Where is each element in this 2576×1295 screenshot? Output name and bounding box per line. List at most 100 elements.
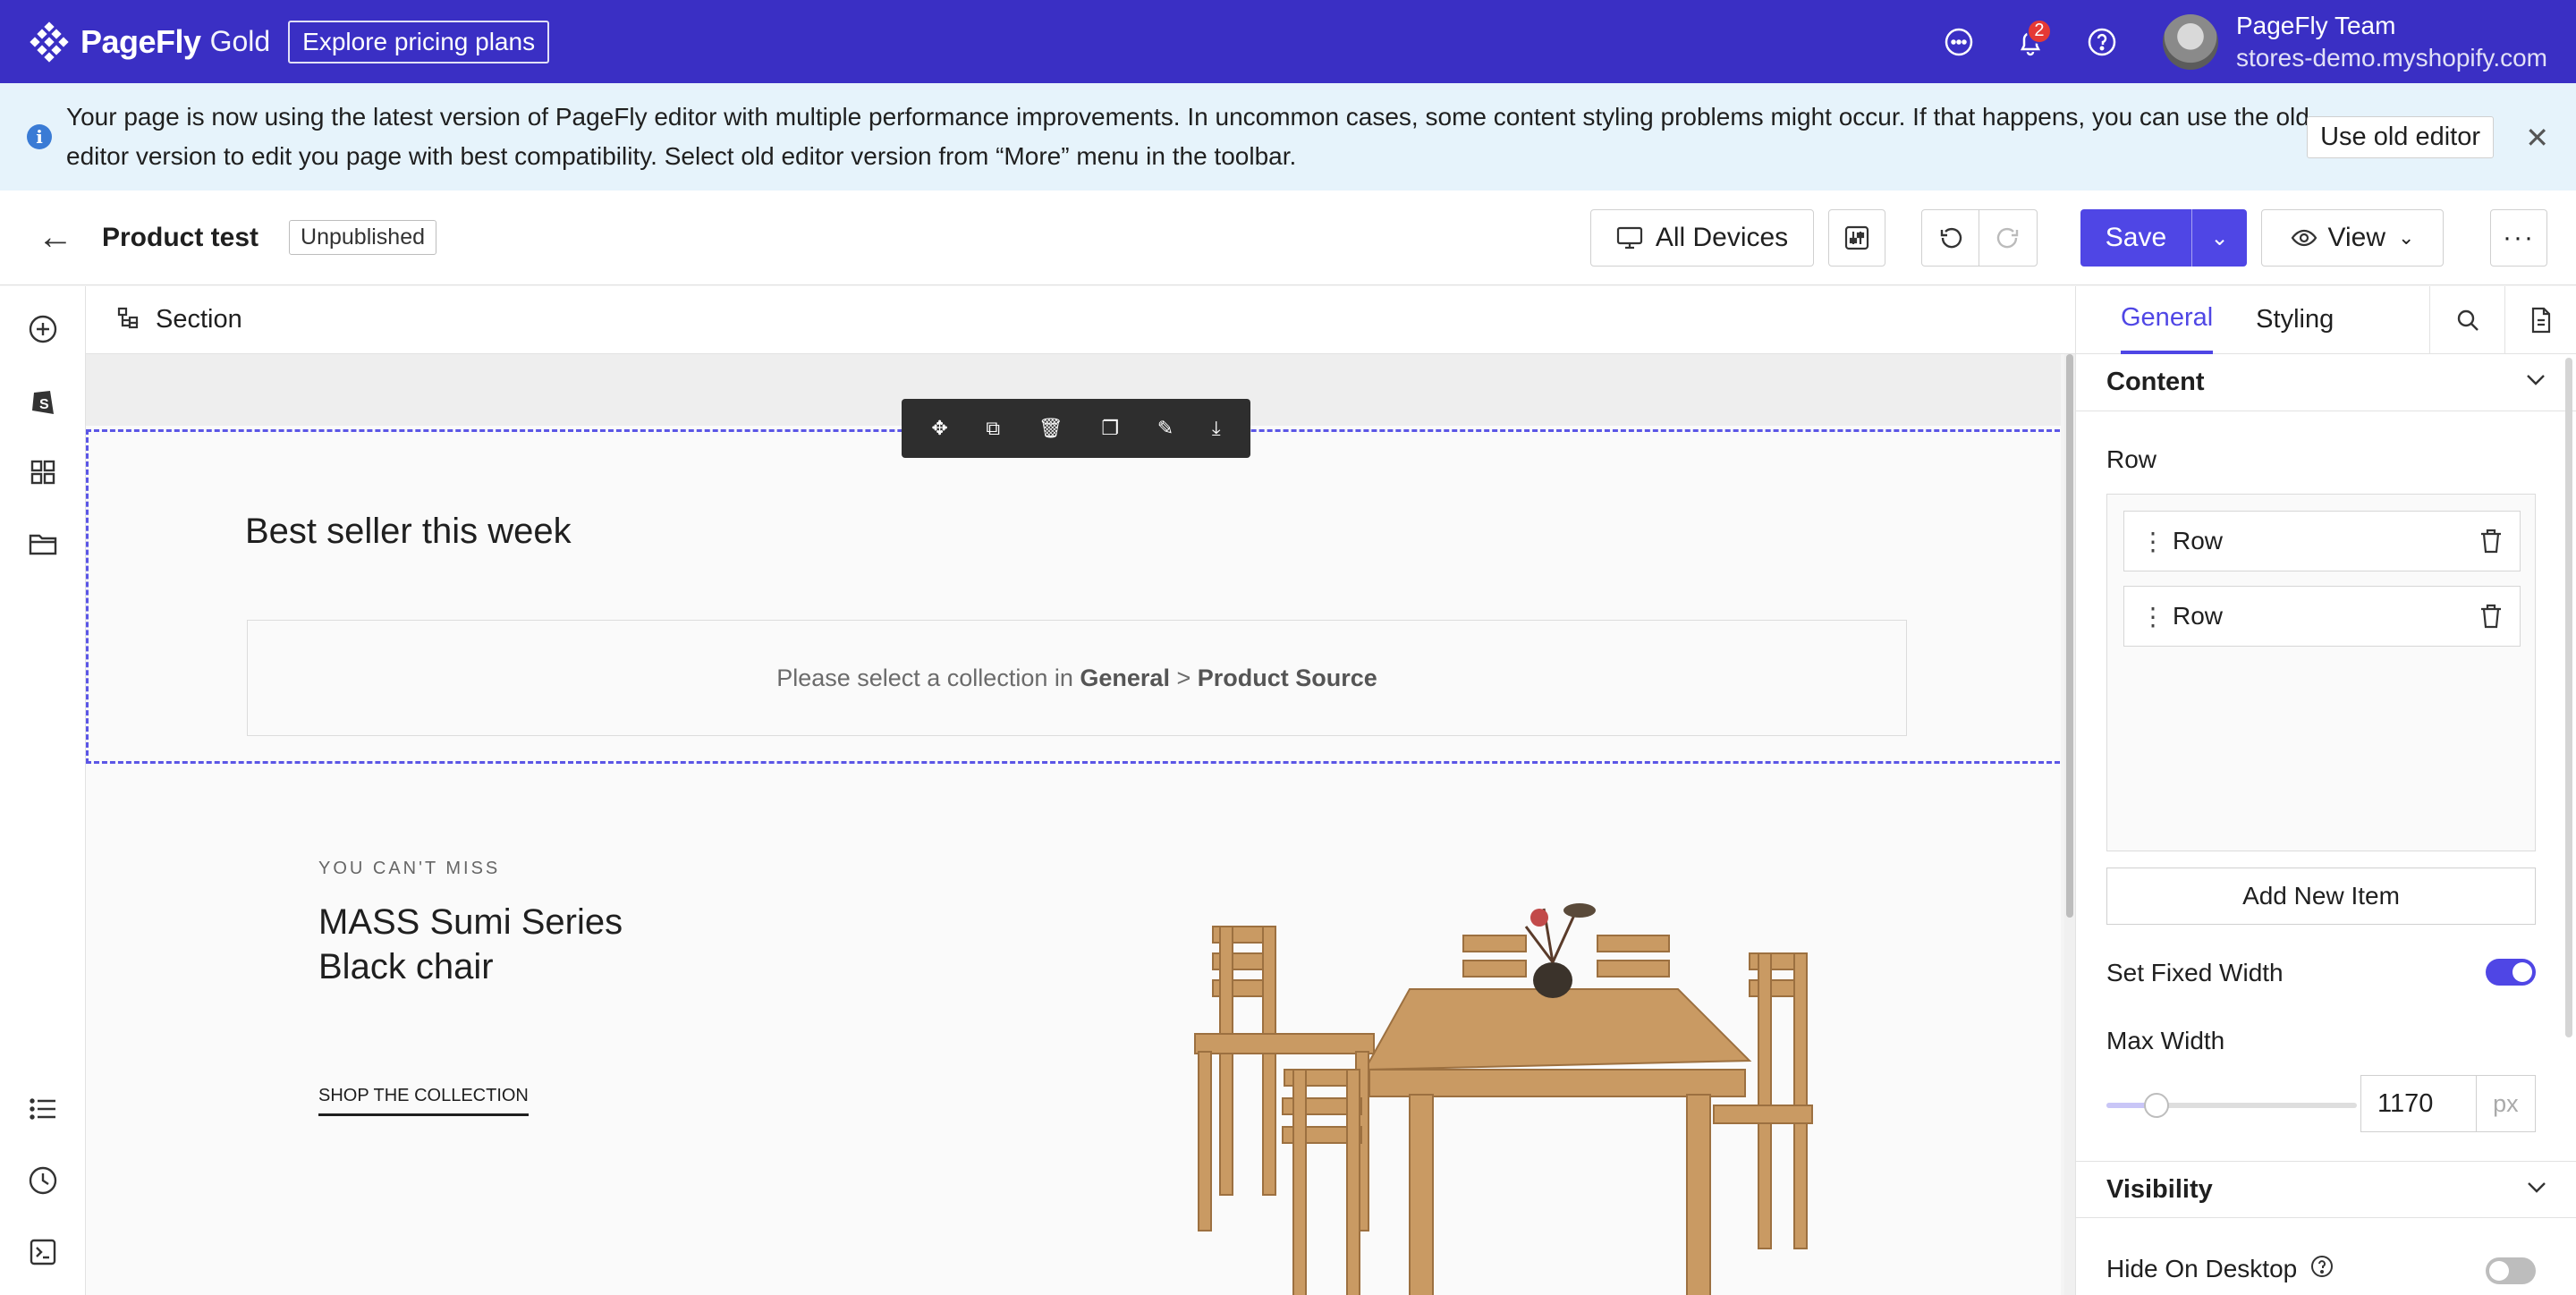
search-icon[interactable]	[2429, 286, 2504, 354]
top-bar: PageFly Gold Explore pricing plans 2 Pag…	[0, 0, 2576, 83]
list-item[interactable]: ⋮ Row	[2123, 511, 2521, 571]
add-element-icon[interactable]	[25, 311, 61, 347]
shopify-icon[interactable]: S	[25, 383, 61, 419]
pagefly-logo-icon	[29, 21, 70, 63]
layout-settings-button[interactable]	[1828, 209, 1885, 267]
user-name: PageFly Team	[2235, 11, 2396, 39]
sections-grid-icon[interactable]	[25, 454, 61, 490]
max-width-slider[interactable]	[2106, 1093, 2357, 1118]
chevron-down-icon	[2527, 1181, 2546, 1198]
pagefly-logo[interactable]: PageFly Gold	[29, 21, 270, 63]
content-section-header[interactable]: Content	[2076, 354, 2576, 411]
hero-title-line2: Black chair	[318, 947, 494, 986]
hide-desktop-label: Hide On Desktop	[2106, 1254, 2298, 1282]
status-badge: Unpublished	[289, 220, 437, 255]
save-button[interactable]: Save	[2080, 209, 2191, 267]
save-options-chevron-icon[interactable]: ⌄	[2191, 209, 2247, 267]
trash-icon[interactable]	[2479, 528, 2504, 561]
redo-button[interactable]	[1979, 210, 2037, 266]
max-width-input[interactable]: 1170 px	[2360, 1075, 2536, 1132]
info-icon: i	[27, 124, 52, 149]
download-icon[interactable]: ⤓	[1212, 417, 1221, 440]
back-arrow-icon[interactable]: ←	[38, 217, 73, 258]
history-clock-icon[interactable]	[25, 1163, 61, 1198]
tab-styling[interactable]: Styling	[2256, 286, 2334, 354]
properties-panel: General Styling Content Row ⋮ Row ⋮ Row	[2075, 286, 2576, 1295]
editor-notice-banner: i Your page is now using the latest vers…	[0, 83, 2576, 190]
chevron-down-icon: ⌄	[2398, 226, 2415, 249]
chat-icon[interactable]	[1934, 17, 1984, 67]
max-width-value[interactable]: 1170	[2361, 1076, 2477, 1131]
page-document-icon[interactable]	[2504, 286, 2576, 354]
shop-collection-link[interactable]: SHOP THE COLLECTION	[318, 1086, 529, 1116]
notice-message: Your page is now using the latest versio…	[66, 103, 2309, 170]
hero-title: MASS Sumi Series Black chair	[318, 900, 623, 989]
collection-separator: >	[1176, 664, 1191, 691]
list-item[interactable]: ⋮ Row	[2123, 586, 2521, 647]
move-icon[interactable]: ✥	[931, 417, 947, 440]
visibility-heading: Visibility	[2106, 1174, 2213, 1204]
breadcrumb-section[interactable]: Section	[156, 305, 242, 334]
plan-tier: Gold	[209, 25, 271, 57]
page-canvas[interactable]: ✥ ⧉ 🗑 ❐ ✎ ⤓ Best seller this week Please…	[86, 354, 2061, 1295]
device-selector-button[interactable]: All Devices	[1590, 209, 1814, 267]
view-label: View	[2327, 223, 2386, 252]
drag-handle-icon[interactable]: ⋮	[2140, 602, 2165, 631]
section-heading[interactable]: Best seller this week	[245, 512, 572, 552]
folder-icon[interactable]	[25, 526, 61, 562]
add-new-item-button[interactable]: Add New Item	[2106, 868, 2536, 925]
visibility-section-header[interactable]: Visibility	[2076, 1161, 2576, 1218]
redo-icon	[1996, 227, 2019, 249]
code-terminal-icon[interactable]	[25, 1234, 61, 1270]
hide-desktop-toggle[interactable]	[2486, 1257, 2536, 1284]
store-domain: stores-demo.myshopify.com	[2235, 43, 2547, 72]
copy-icon[interactable]: ❐	[1101, 417, 1119, 440]
device-label: All Devices	[1655, 223, 1789, 252]
canvas-breadcrumb: Section	[86, 286, 2075, 354]
tab-general[interactable]: General	[2121, 286, 2214, 354]
view-button[interactable]: View ⌄	[2261, 209, 2444, 267]
list-item-label: Row	[2173, 527, 2224, 554]
element-toolbar: ✥ ⧉ 🗑 ❐ ✎ ⤓	[902, 399, 1250, 458]
canvas-scrollbar[interactable]	[2064, 354, 2075, 1295]
svg-text:S: S	[39, 397, 49, 412]
max-width-unit: px	[2493, 1089, 2519, 1117]
notification-badge: 2	[2026, 18, 2052, 44]
content-heading: Content	[2106, 368, 2205, 396]
panel-scrollbar[interactable]	[2565, 358, 2572, 1037]
desktop-icon	[1616, 226, 1642, 250]
use-old-editor-button[interactable]: Use old editor	[2307, 116, 2494, 158]
brand-name: PageFly	[80, 22, 201, 60]
explore-pricing-button[interactable]: Explore pricing plans	[288, 20, 550, 63]
delete-icon[interactable]: 🗑	[1038, 417, 1063, 440]
collection-placeholder[interactable]: Please select a collection in General > …	[247, 620, 1907, 736]
furniture-image	[1194, 903, 1813, 1295]
eye-icon	[2291, 229, 2317, 247]
hero-title-line1: MASS Sumi Series	[318, 902, 623, 942]
drag-handle-icon[interactable]: ⋮	[2140, 527, 2165, 556]
undo-button[interactable]	[1922, 210, 1979, 266]
style-brush-icon[interactable]: ✎	[1157, 417, 1174, 440]
collection-prefix: Please select a collection in	[776, 664, 1073, 691]
layers-list-icon[interactable]	[25, 1091, 61, 1127]
user-avatar[interactable]	[2162, 13, 2218, 70]
sliders-icon	[1844, 225, 1869, 250]
list-item-label: Row	[2173, 602, 2224, 630]
section-tree-icon	[116, 306, 140, 334]
close-icon[interactable]: ✕	[2525, 121, 2549, 155]
slider-handle[interactable]	[2144, 1093, 2169, 1118]
more-menu-button[interactable]: ···	[2490, 209, 2547, 267]
undo-icon	[1940, 227, 1962, 249]
editor-toolbar: ← Product test Unpublished All Devices S…	[0, 190, 2576, 285]
panel-tabs: General Styling	[2076, 286, 2576, 354]
help-icon[interactable]	[2077, 17, 2127, 67]
trash-icon[interactable]	[2479, 603, 2504, 636]
duplicate-icon[interactable]: ⧉	[986, 417, 1000, 440]
page-title[interactable]: Product test	[102, 223, 258, 253]
notification-bell-icon[interactable]: 2	[2005, 17, 2055, 67]
fixed-width-toggle[interactable]	[2486, 959, 2536, 986]
row-items-list: ⋮ Row ⋮ Row	[2106, 494, 2536, 851]
help-icon[interactable]	[2309, 1254, 2334, 1283]
collection-general: General	[1080, 664, 1170, 691]
collection-source: Product Source	[1197, 664, 1377, 691]
